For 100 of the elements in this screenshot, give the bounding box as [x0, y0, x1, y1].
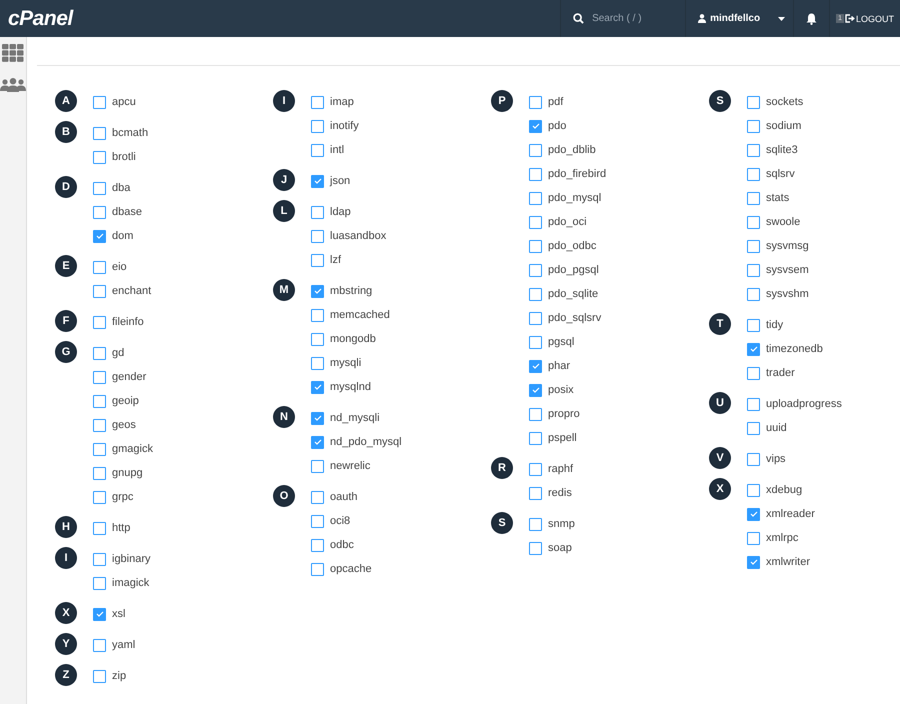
checkbox[interactable]	[529, 408, 542, 420]
checkbox[interactable]	[93, 346, 106, 360]
extension-label: igbinary	[112, 553, 151, 565]
checkbox[interactable]	[93, 522, 106, 534]
checkbox[interactable]	[311, 562, 324, 576]
checkbox[interactable]	[529, 542, 542, 554]
bell-icon[interactable]	[806, 12, 818, 24]
checkbox[interactable]	[311, 174, 324, 188]
logo[interactable]: cPanel	[8, 6, 73, 30]
checkbox[interactable]	[93, 182, 106, 194]
extension-label: vips	[766, 453, 786, 465]
checkbox[interactable]	[747, 532, 760, 544]
checkbox[interactable]	[93, 370, 106, 384]
checkbox[interactable]	[747, 120, 760, 132]
checkbox[interactable]	[93, 418, 106, 432]
extension-label: tidy	[766, 319, 784, 331]
checkbox[interactable]	[529, 144, 542, 156]
checkbox[interactable]	[311, 230, 324, 242]
checkbox[interactable]	[311, 436, 324, 448]
checkbox[interactable]	[93, 316, 106, 328]
checkbox[interactable]	[93, 126, 106, 140]
users-icon[interactable]	[0, 78, 26, 92]
checkbox[interactable]	[747, 216, 760, 228]
checkbox[interactable]	[311, 490, 324, 504]
checkbox[interactable]	[311, 96, 324, 108]
checkbox[interactable]	[747, 366, 760, 380]
checkbox[interactable]	[311, 120, 324, 132]
checkbox[interactable]	[311, 460, 324, 472]
checkbox[interactable]	[529, 120, 542, 132]
checkbox[interactable]	[529, 96, 542, 108]
checkbox[interactable]	[93, 284, 106, 298]
checkbox[interactable]	[529, 288, 542, 300]
checkbox[interactable]	[93, 466, 106, 480]
checkbox[interactable]	[311, 206, 324, 218]
checkbox[interactable]	[529, 360, 542, 372]
letter-badge: X	[709, 478, 731, 500]
user-menu[interactable]: mindfellco	[686, 0, 794, 37]
checkbox[interactable]	[311, 308, 324, 322]
extension-label: json	[330, 175, 350, 187]
checkbox[interactable]	[747, 192, 760, 204]
checkbox[interactable]	[93, 638, 106, 652]
checkbox[interactable]	[529, 312, 542, 324]
checkbox[interactable]	[529, 336, 542, 348]
extension-label: apcu	[112, 96, 136, 108]
checkbox[interactable]	[93, 96, 106, 108]
checkbox[interactable]	[747, 398, 760, 410]
checkbox[interactable]	[529, 168, 542, 180]
checkbox[interactable]	[529, 432, 542, 444]
extension-label: inotify	[330, 120, 359, 132]
checkbox[interactable]	[529, 264, 542, 276]
checkbox[interactable]	[93, 670, 106, 682]
checkbox[interactable]	[747, 96, 760, 108]
checkbox[interactable]	[93, 206, 106, 218]
checkbox[interactable]	[311, 284, 324, 298]
letter-badge: G	[55, 341, 77, 363]
checkbox[interactable]	[311, 356, 324, 370]
checkbox[interactable]	[529, 240, 542, 252]
checkbox[interactable]	[747, 508, 760, 520]
checkbox[interactable]	[747, 342, 760, 356]
checkbox[interactable]	[747, 452, 760, 466]
checkbox[interactable]	[311, 514, 324, 528]
checkbox[interactable]	[747, 484, 760, 496]
checkbox[interactable]	[93, 230, 106, 242]
checkbox[interactable]	[747, 168, 760, 180]
checkbox[interactable]	[93, 150, 106, 164]
checkbox[interactable]	[529, 384, 542, 396]
checkbox[interactable]	[747, 318, 760, 332]
checkbox[interactable]	[747, 144, 760, 156]
checkbox[interactable]	[93, 576, 106, 590]
checkbox[interactable]	[311, 254, 324, 266]
letter-badge: U	[709, 392, 731, 414]
check-icon	[532, 123, 540, 129]
checkbox[interactable]	[311, 538, 324, 552]
check-icon	[314, 178, 322, 184]
letter-badge: M	[273, 279, 295, 301]
checkbox[interactable]	[311, 380, 324, 394]
extension-label: gmagick	[112, 443, 153, 455]
checkbox[interactable]	[747, 288, 760, 300]
checkbox[interactable]	[747, 240, 760, 252]
checkbox[interactable]	[529, 192, 542, 204]
checkbox[interactable]	[93, 394, 106, 408]
checkbox[interactable]	[311, 144, 324, 156]
checkbox[interactable]	[93, 552, 106, 566]
checkbox[interactable]	[529, 216, 542, 228]
checkbox[interactable]	[93, 260, 106, 274]
checkbox[interactable]	[747, 422, 760, 434]
checkbox[interactable]	[93, 490, 106, 504]
checkbox[interactable]	[747, 556, 760, 568]
checkbox[interactable]	[529, 462, 542, 476]
checkbox[interactable]	[747, 264, 760, 276]
grid-icon[interactable]	[2, 44, 24, 62]
checkbox[interactable]	[93, 442, 106, 456]
checkbox[interactable]	[529, 518, 542, 530]
checkbox[interactable]	[93, 608, 106, 620]
checkbox[interactable]	[311, 332, 324, 346]
extension-label: phar	[548, 360, 570, 372]
extension-label: pspell	[548, 432, 577, 444]
checkbox[interactable]	[311, 412, 324, 424]
checkbox[interactable]	[529, 486, 542, 500]
search-field[interactable]: Search ( / )	[592, 13, 672, 24]
